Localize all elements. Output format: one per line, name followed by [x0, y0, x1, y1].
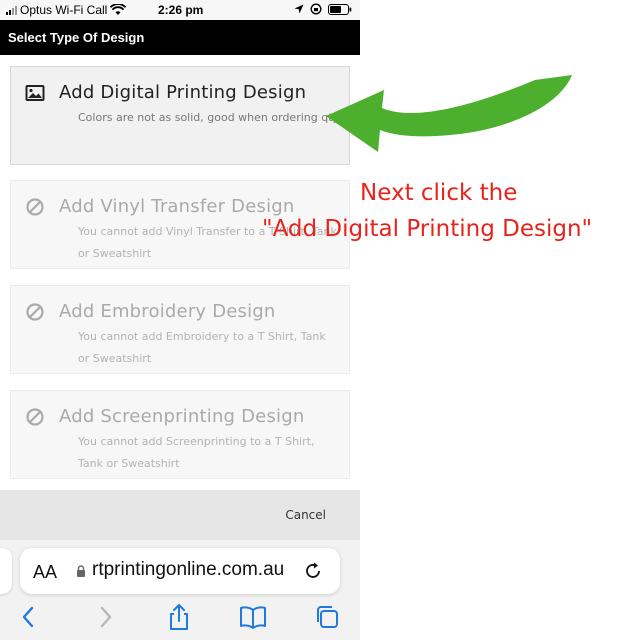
option-title: Add Vinyl Transfer Design — [59, 196, 295, 217]
battery-icon — [328, 3, 352, 15]
dialog-footer: Cancel — [0, 490, 360, 540]
tabs-icon[interactable] — [312, 602, 342, 632]
signal-icon — [6, 5, 17, 15]
cancel-button[interactable]: Cancel — [285, 508, 326, 522]
option-description: Colors are not as solid, good when order… — [78, 111, 340, 124]
prohibited-icon — [26, 408, 44, 426]
carrier-info: Optus Wi-Fi Call — [6, 3, 127, 17]
annotation-line-1: Next click the — [360, 180, 518, 206]
bookmarks-icon[interactable] — [238, 602, 268, 632]
forward-icon[interactable] — [90, 602, 120, 632]
status-bar: Optus Wi-Fi Call 2:26 pm — [0, 0, 360, 20]
lock-icon — [77, 565, 85, 577]
previous-tab-peek[interactable] — [0, 548, 12, 594]
green-arrow — [326, 75, 572, 152]
carrier-label: Optus Wi-Fi Call — [20, 3, 108, 17]
rotation-lock-icon — [310, 3, 322, 15]
option-description: You cannot add Screenprinting to a T Shi… — [78, 435, 315, 470]
prohibited-icon — [26, 303, 44, 321]
option-description: You cannot add Embroidery to a T Shirt, … — [78, 330, 326, 365]
text-size-button[interactable]: AA — [33, 562, 57, 583]
browser-toolbar: AA rtprintingonline.com.au — [0, 540, 360, 640]
back-icon[interactable] — [14, 602, 44, 632]
option-title: Add Digital Printing Design — [59, 82, 307, 103]
option-screenprinting: Add Screenprinting Design You cannot add… — [10, 390, 350, 479]
url-text[interactable]: rtprintingonline.com.au — [92, 559, 284, 581]
reload-icon[interactable] — [302, 560, 324, 582]
option-digital-printing[interactable]: Add Digital Printing Design Colors are n… — [10, 66, 350, 165]
dialog-title: Select Type Of Design — [0, 20, 360, 55]
wifi-icon — [110, 4, 127, 15]
option-embroidery: Add Embroidery Design You cannot add Emb… — [10, 285, 350, 374]
phone-screen: Optus Wi-Fi Call 2:26 pm Select Type Of … — [0, 0, 360, 640]
status-icons — [294, 3, 352, 15]
image-icon — [25, 85, 45, 101]
annotation-line-2: "Add Digital Printing Design" — [262, 216, 593, 242]
prohibited-icon — [26, 198, 44, 216]
option-title: Add Screenprinting Design — [59, 406, 305, 427]
share-icon[interactable] — [164, 602, 194, 632]
address-bar[interactable]: AA rtprintingonline.com.au — [20, 548, 340, 594]
clock: 2:26 pm — [158, 3, 204, 17]
location-icon — [294, 4, 304, 14]
option-title: Add Embroidery Design — [59, 301, 276, 322]
